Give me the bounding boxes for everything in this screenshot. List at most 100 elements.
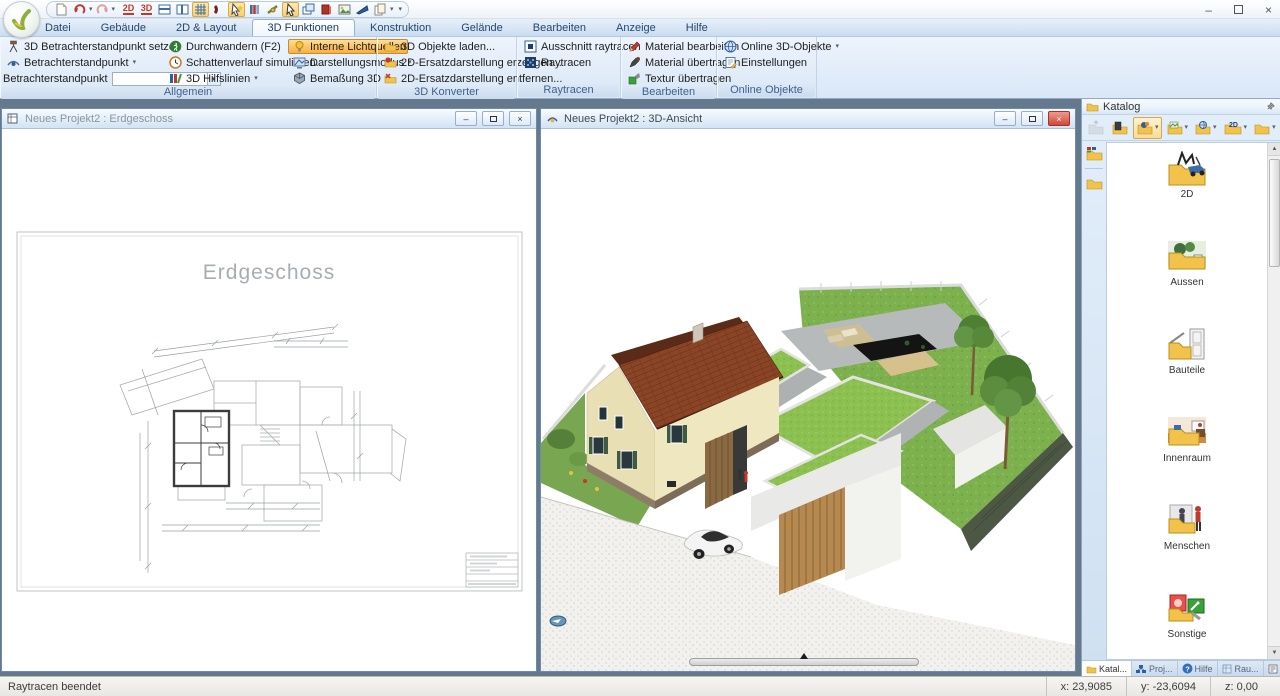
cascade-windows-button[interactable] <box>300 2 317 17</box>
redo-button[interactable] <box>94 2 111 17</box>
catalog-root-folder-icon[interactable] <box>1085 146 1104 162</box>
tab-massen[interactable]: Mass... <box>1264 661 1280 676</box>
scroll-up-icon[interactable]: ▲ <box>1268 143 1280 156</box>
close-button[interactable]: × <box>509 111 531 126</box>
button-label: Raytracen <box>541 57 591 69</box>
viewpoint-menu-button[interactable]: Betrachterstandpunkt ▾ <box>2 55 162 70</box>
minimize-button[interactable]: – <box>994 111 1016 126</box>
scroll-down-icon[interactable]: ▼ <box>1268 646 1280 659</box>
coordinate-cells: x: 23,9085 y: -23,6094 z: 0,00 <box>1046 677 1280 696</box>
tab-3d-funktionen[interactable]: 3D Funktionen <box>252 19 356 36</box>
catalog-item-aussen[interactable]: Aussen <box>1142 239 1232 288</box>
tab-katalog[interactable]: Katal... <box>1082 661 1132 676</box>
catalog-aussen-folder-icon <box>1166 239 1208 275</box>
slider-knob[interactable] <box>800 653 808 659</box>
material-tool-button[interactable] <box>318 2 335 17</box>
copy-button[interactable] <box>372 2 389 17</box>
viewpoint-icon <box>7 56 20 69</box>
walkthrough-button[interactable]: Durchwandern (F2) <box>164 39 286 54</box>
catalog-item-innenraum[interactable]: Innenraum <box>1142 415 1232 464</box>
button-label: 3D Objekte laden... <box>401 41 495 53</box>
view3d-scrollbar[interactable] <box>689 658 919 666</box>
catalog-subfolder-icon[interactable] <box>1085 175 1104 191</box>
pen-red-icon <box>628 40 641 53</box>
minimize-button[interactable]: – <box>1205 3 1212 17</box>
layer-bars-button[interactable] <box>246 2 263 17</box>
shadow-simulation-button[interactable]: Schattenverlauf simulieren... <box>164 55 286 70</box>
tab-hilfe[interactable]: Hilfe <box>671 20 723 36</box>
set-3d-viewpoint-button[interactable]: 3D Betrachterstandpunkt setzen <box>2 39 162 54</box>
chevron-down-icon: ▾ <box>133 59 137 66</box>
close-button[interactable]: × <box>1048 111 1070 126</box>
view-2d-button[interactable]: 2D <box>120 2 137 17</box>
catalog-innenraum-folder-icon <box>1166 415 1208 451</box>
chevron-down-icon[interactable]: ▾ <box>89 6 93 13</box>
tab-gelaende[interactable]: Gelände <box>446 20 518 36</box>
button-label: Bemaßung 3D <box>310 73 381 85</box>
tab-bearbeiten[interactable]: Bearbeiten <box>518 20 601 36</box>
catalog-plain-folder-button[interactable]: ▾ <box>1251 117 1278 139</box>
catalog-2d-button[interactable]: 2D▾ <box>1221 117 1250 139</box>
catalog-item-bauteile[interactable]: Bauteile <box>1142 327 1232 376</box>
close-button[interactable]: × <box>1265 3 1272 17</box>
select-special-button[interactable] <box>228 2 245 17</box>
catalog-list: 2D Aussen Bauteile Innenraum Menschen So… <box>1106 142 1280 660</box>
new-document-button[interactable] <box>53 2 70 17</box>
view-3d-button[interactable]: 3D <box>138 2 155 17</box>
grid-toggle-button[interactable] <box>192 2 209 17</box>
minimize-button[interactable]: – <box>455 111 477 126</box>
catalog-item-sonstige[interactable]: Sonstige <box>1142 591 1232 640</box>
quick-access-toolbar: ▾ ▾ 2D 3D ▾ ▾ <box>46 1 409 18</box>
tab-anzeige[interactable]: Anzeige <box>601 20 671 36</box>
catalog-header[interactable]: Katalog <box>1082 99 1280 115</box>
chevron-down-icon[interactable]: ▾ <box>112 6 116 13</box>
plan-window-titlebar[interactable]: Neues Projekt2 : Erdgeschoss – × <box>2 109 536 129</box>
catalog-bottom-tabs: Katal... Proj... ? Hilfe Rau... Mass... <box>1082 660 1280 676</box>
folder-up-button[interactable] <box>1085 117 1107 139</box>
restore-button[interactable] <box>1021 111 1043 126</box>
cursor-button[interactable] <box>282 2 299 17</box>
qat-overflow-button[interactable]: ▾ <box>399 6 403 13</box>
tab-2d-layout[interactable]: 2D & Layout <box>161 20 252 36</box>
tab-hilfe[interactable]: ? Hilfe <box>1178 661 1218 676</box>
pin-icon[interactable] <box>1265 101 1276 112</box>
3d-guides-button[interactable]: 3D Hilfslinien ▾ <box>164 71 286 86</box>
tab-label: Rau... <box>1235 664 1259 674</box>
floor-plan-canvas[interactable]: Erdgeschoss <box>2 129 536 671</box>
restore-button[interactable] <box>482 111 504 126</box>
scrollbar-thumb[interactable] <box>1269 159 1280 267</box>
tab-gebaeude[interactable]: Gebäude <box>86 20 161 36</box>
raytrace-icon <box>524 56 537 69</box>
coord-y: y: -23,6094 <box>1126 677 1210 696</box>
view3d-window-title: Neues Projekt2 : 3D-Ansicht <box>564 113 989 125</box>
view3d-window: Neues Projekt2 : 3D-Ansicht – × <box>540 108 1076 672</box>
split-horizontal-button[interactable] <box>156 2 173 17</box>
image-tool-button[interactable] <box>336 2 353 17</box>
split-vertical-button[interactable] <box>174 2 191 17</box>
raum-tab-icon <box>1222 664 1233 674</box>
catalog-item-menschen[interactable]: Menschen <box>1142 503 1232 552</box>
view3d-canvas[interactable] <box>541 129 1075 671</box>
catalog-item-2d[interactable]: 2D <box>1142 151 1232 200</box>
chevron-down-icon: ▾ <box>1213 124 1217 131</box>
catalog-scrollbar[interactable]: ▲ ▼ <box>1267 143 1280 659</box>
chevron-down-icon[interactable]: ▾ <box>390 6 394 13</box>
view3d-window-titlebar[interactable]: Neues Projekt2 : 3D-Ansicht – × <box>541 109 1075 129</box>
tab-projekt[interactable]: Proj... <box>1132 661 1178 676</box>
catalog-objects-button[interactable] <box>1109 117 1131 139</box>
arc-tool-button[interactable] <box>210 2 227 17</box>
restore-button[interactable] <box>1234 5 1243 14</box>
measure-tool-button[interactable] <box>264 2 281 17</box>
view3d-render <box>541 129 1075 671</box>
app-logo[interactable] <box>3 1 40 38</box>
undo-button[interactable] <box>71 2 88 17</box>
catalog-online-button[interactable]: ▾ <box>1192 117 1219 139</box>
tab-konstruktion[interactable]: Konstruktion <box>355 20 446 36</box>
wedge-tool-button[interactable] <box>354 2 371 17</box>
catalog-textures-button[interactable]: ▾ <box>1164 117 1191 139</box>
catalog-sonstige-folder-icon <box>1166 591 1208 627</box>
folder-red-remove-icon <box>384 72 397 85</box>
catalog-toolbar: ▾ ▾ ▾ 2D▾ ▾ <box>1082 115 1280 141</box>
tab-raum[interactable]: Rau... <box>1218 661 1264 676</box>
catalog-materials-button[interactable]: ▾ <box>1133 117 1162 139</box>
